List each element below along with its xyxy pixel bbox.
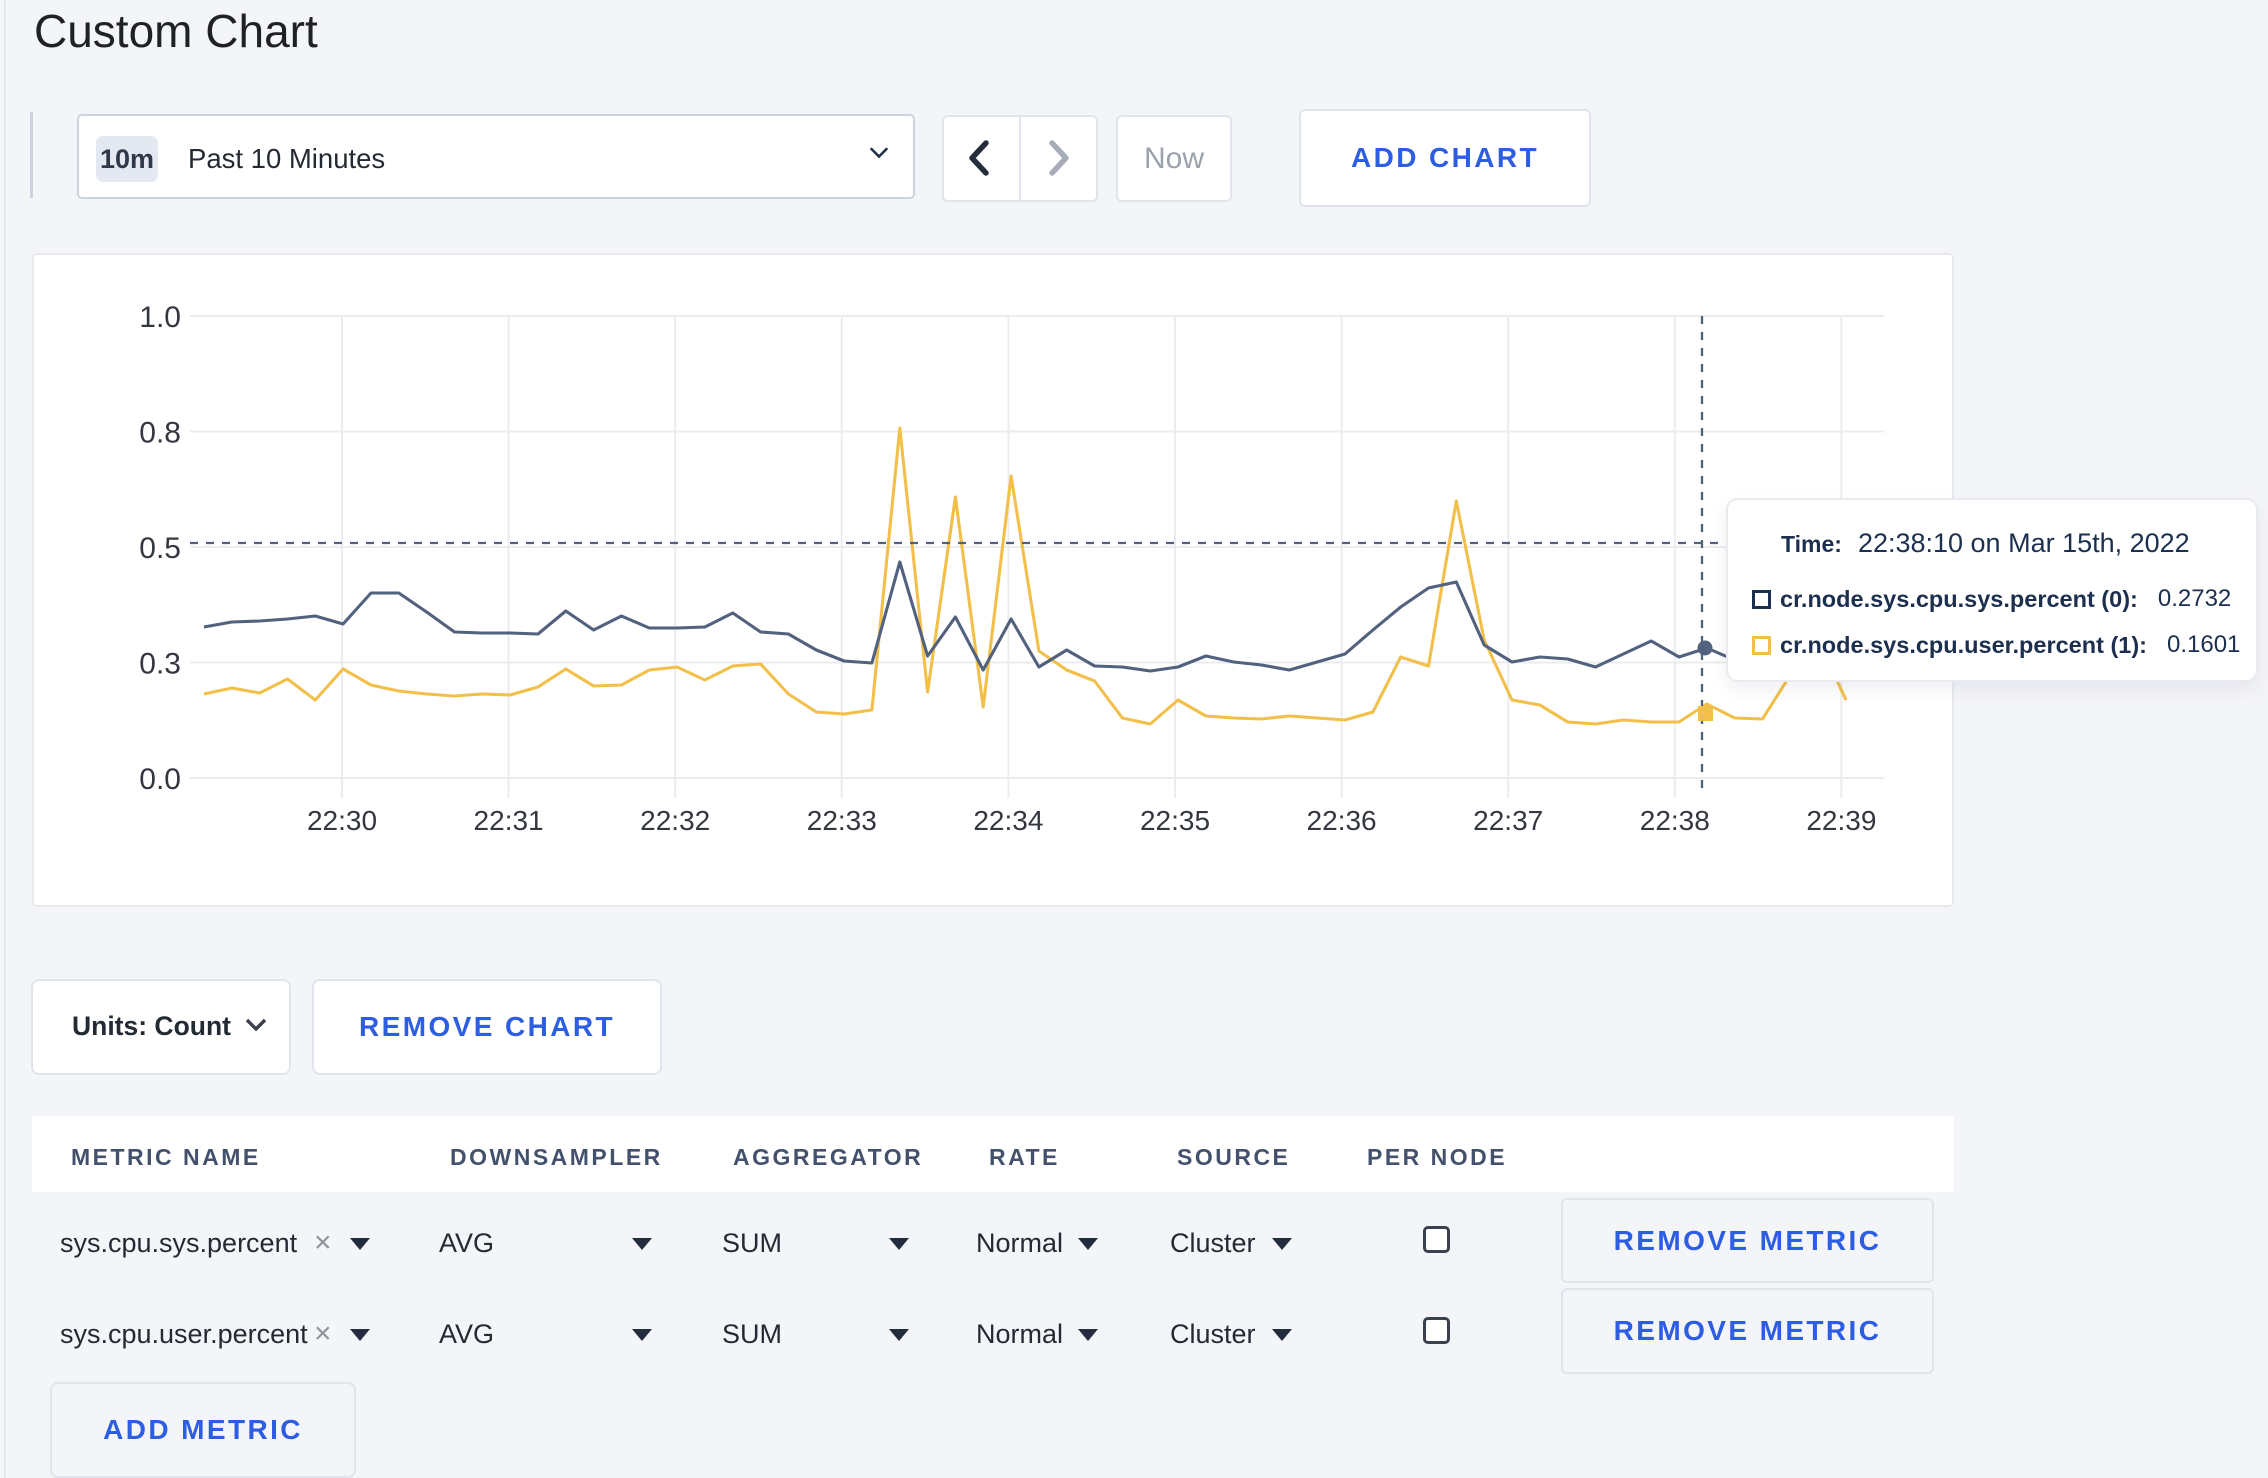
svg-text:0.5: 0.5 bbox=[139, 532, 181, 565]
svg-text:22:36: 22:36 bbox=[1307, 805, 1377, 836]
svg-text:0.3: 0.3 bbox=[139, 648, 181, 681]
svg-text:22:30: 22:30 bbox=[307, 805, 377, 836]
svg-text:22:32: 22:32 bbox=[640, 805, 710, 836]
svg-text:22:31: 22:31 bbox=[474, 805, 544, 836]
svg-text:22:38: 22:38 bbox=[1640, 805, 1710, 836]
svg-text:1.0: 1.0 bbox=[139, 301, 181, 334]
svg-text:22:37: 22:37 bbox=[1473, 805, 1543, 836]
svg-text:22:33: 22:33 bbox=[807, 805, 877, 836]
svg-text:22:35: 22:35 bbox=[1140, 805, 1210, 836]
svg-text:0.0: 0.0 bbox=[139, 763, 181, 796]
svg-text:0.8: 0.8 bbox=[139, 417, 181, 450]
svg-text:22:39: 22:39 bbox=[1806, 805, 1876, 836]
svg-text:22:34: 22:34 bbox=[973, 805, 1043, 836]
